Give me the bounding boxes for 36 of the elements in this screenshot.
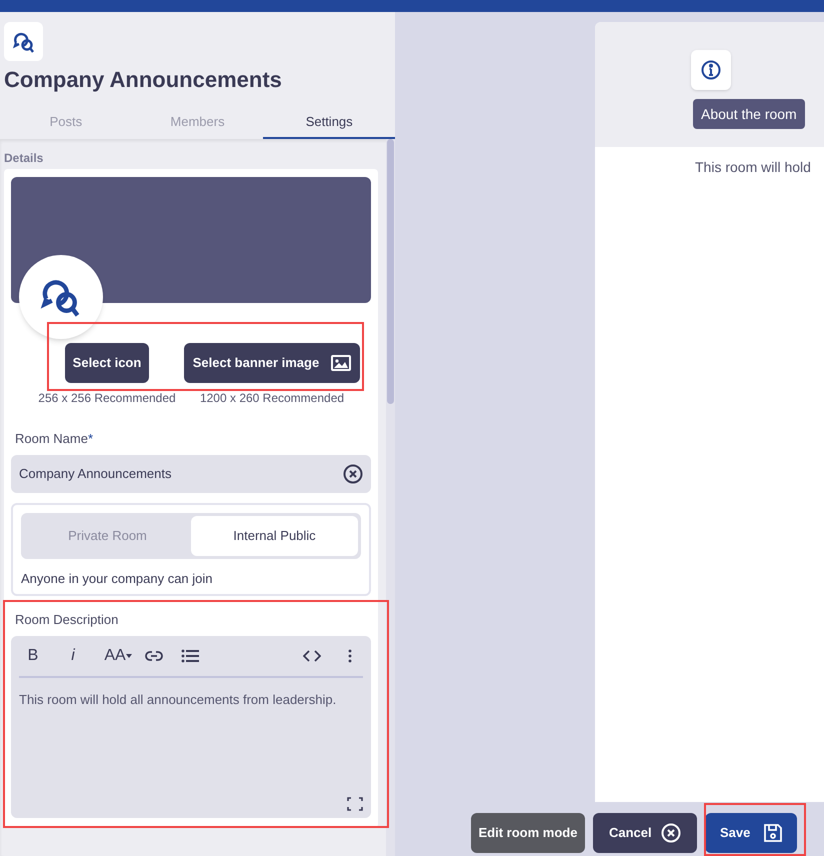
field-label: Room Description bbox=[14, 611, 120, 629]
tab[interactable]: Settings bbox=[263, 107, 396, 139]
more-icon[interactable] bbox=[348, 648, 352, 662]
scroll-thumb[interactable] bbox=[387, 139, 394, 404]
italic-button[interactable]: i bbox=[71, 644, 75, 668]
size-caption: 256 x 256 Recommended bbox=[38, 390, 176, 407]
description-text: This room will hold all announcements from leadership. bbox=[18, 690, 338, 709]
caret-icon bbox=[126, 654, 132, 658]
close-icon bbox=[661, 823, 681, 843]
code-icon[interactable] bbox=[303, 650, 321, 662]
required-mark: * bbox=[88, 431, 94, 446]
list-icon[interactable] bbox=[181, 648, 199, 662]
image-icon bbox=[331, 355, 352, 371]
access-option[interactable]: Internal Public bbox=[191, 516, 358, 556]
description-editor[interactable]: B i AA This room will hold all announcements from leadership. bbox=[11, 636, 371, 818]
fullscreen-icon[interactable] bbox=[347, 796, 363, 810]
edit-mode-button[interactable]: Edit room mode bbox=[471, 813, 585, 853]
about-text: This room will hold bbox=[694, 158, 812, 177]
save-icon bbox=[764, 824, 782, 842]
field-label: Room Name bbox=[15, 431, 88, 446]
select-icon-button[interactable]: Select icon bbox=[64, 343, 150, 383]
select-banner-button[interactable]: Select banner image bbox=[184, 343, 360, 383]
section-label: Details bbox=[4, 150, 44, 166]
scrollbar[interactable] bbox=[386, 139, 395, 856]
font-size-button[interactable]: AA bbox=[104, 644, 132, 668]
access-hint: Anyone in your company can join bbox=[21, 570, 214, 588]
room-name-field[interactable]: Company Announcements bbox=[11, 454, 371, 492]
clear-icon[interactable] bbox=[343, 464, 363, 484]
bold-button[interactable]: B bbox=[28, 644, 38, 668]
cancel-button[interactable]: Cancel bbox=[593, 813, 697, 853]
room-title: Company Announcements bbox=[4, 66, 283, 94]
about-label: About the room bbox=[693, 99, 805, 129]
size-caption: 1200 x 260 Recommended bbox=[200, 390, 344, 407]
link-icon[interactable] bbox=[145, 650, 163, 662]
save-button[interactable]: Save bbox=[705, 813, 797, 853]
info-icon bbox=[701, 60, 721, 80]
